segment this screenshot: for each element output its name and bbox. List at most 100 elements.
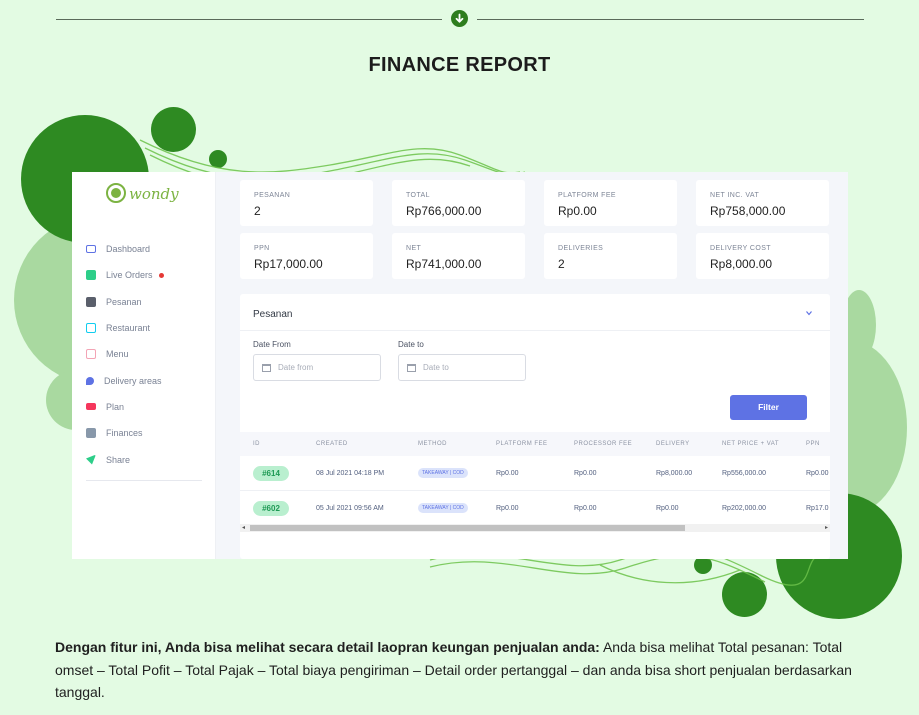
sidebar-item-dashboard[interactable]: Dashboard <box>72 236 216 262</box>
finance-icon <box>86 428 96 439</box>
stat-card-platform-fee: PLATFORM FEE Rp0.00 <box>544 180 677 226</box>
column-header: PROCESSOR FEE <box>574 441 633 447</box>
stat-card-pesanan: PESANAN 2 <box>240 180 373 226</box>
sidebar-item-label: Delivery areas <box>104 375 162 386</box>
stat-card-total: TOTAL Rp766,000.00 <box>392 180 525 226</box>
sidebar-item-label: Pesanan <box>106 296 142 307</box>
stat-value: Rp741,000.00 <box>406 257 482 271</box>
date-to-input[interactable]: Date to <box>398 354 526 381</box>
sidebar-item-menu[interactable]: Menu <box>72 341 216 367</box>
calendar-icon <box>262 364 271 372</box>
stat-value: Rp8,000.00 <box>710 257 773 271</box>
date-to-label: Date to <box>398 340 424 349</box>
scroll-right-icon[interactable]: ▸ <box>825 524 828 531</box>
monitor-icon <box>86 245 96 254</box>
logo-icon <box>106 183 126 203</box>
sidebar-item-share[interactable]: Share <box>72 446 216 472</box>
stat-card-delivery-cost: DELIVERY COST Rp8,000.00 <box>696 233 829 279</box>
filter-button[interactable]: Filter <box>730 395 807 420</box>
column-header: PLATFORM FEE <box>496 441 548 447</box>
orders-panel: Pesanan Date From Date from Date to Date… <box>240 294 830 559</box>
description-bold: Dengan fitur ini, Anda bisa melihat seca… <box>55 639 600 655</box>
credit-card-icon <box>86 403 96 411</box>
stat-label: TOTAL <box>406 192 430 199</box>
sidebar-item-label: Restaurant <box>106 323 151 334</box>
sidebar-item-plan[interactable]: Plan <box>72 394 216 420</box>
panel-title: Pesanan <box>253 309 293 320</box>
sidebar-item-pesanan[interactable]: Pesanan <box>72 289 216 315</box>
cell-platform-fee: Rp0.00 <box>496 470 519 477</box>
column-header: DELIVERY <box>656 441 690 447</box>
horizontal-scrollbar[interactable]: ◂ ▸ <box>240 524 830 532</box>
sidebar-item-label: Finances <box>106 428 143 439</box>
cell-ppn: Rp0.00 <box>806 470 829 477</box>
date-to-placeholder: Date to <box>423 363 449 372</box>
order-id-badge[interactable]: #614 <box>253 466 289 481</box>
app-window: wondy Dashboard Live Orders Pesanan Rest… <box>72 172 848 559</box>
stat-card-net: NET Rp741,000.00 <box>392 233 525 279</box>
column-header: METHOD <box>418 441 447 447</box>
scrollbar-thumb[interactable] <box>250 525 685 531</box>
sidebar-item-finances[interactable]: Finances <box>72 420 216 446</box>
stat-value: Rp766,000.00 <box>406 204 482 218</box>
method-badge: TAKEAWAY | COD <box>418 468 468 478</box>
date-from-placeholder: Date from <box>278 363 314 372</box>
feature-description: Dengan fitur ini, Anda bisa melihat seca… <box>55 636 875 704</box>
stat-label: NET <box>406 245 422 252</box>
cell-processor-fee: Rp0.00 <box>574 505 597 512</box>
sidebar: wondy Dashboard Live Orders Pesanan Rest… <box>72 172 216 559</box>
method-badge: TAKEAWAY | COD <box>418 503 468 513</box>
sidebar-nav: Dashboard Live Orders Pesanan Restaurant… <box>72 236 216 473</box>
sidebar-item-delivery-areas[interactable]: Delivery areas <box>72 367 216 393</box>
cell-created: 05 Jul 2021 09:56 AM <box>316 505 384 512</box>
stat-card-ppn: PPN Rp17,000.00 <box>240 233 373 279</box>
cell-net-price: Rp202,000.00 <box>722 505 766 512</box>
sidebar-item-label: Dashboard <box>106 244 151 255</box>
store-icon <box>86 323 96 334</box>
stat-label: NET INC. VAT <box>710 192 760 199</box>
live-indicator-dot <box>158 272 164 278</box>
basket-icon <box>86 296 96 307</box>
logo-text: wondy <box>129 185 179 203</box>
stat-value: Rp758,000.00 <box>710 204 786 218</box>
column-header: CREATED <box>316 441 348 447</box>
stat-value: 2 <box>254 204 261 218</box>
stat-card-net-inc-vat: NET INC. VAT Rp758,000.00 <box>696 180 829 226</box>
stat-label: DELIVERIES <box>558 245 604 252</box>
chevron-down-icon[interactable] <box>806 310 812 316</box>
date-from-label: Date From <box>253 340 291 349</box>
stat-label: PESANAN <box>254 192 291 199</box>
sidebar-item-live-orders[interactable]: Live Orders <box>72 262 216 288</box>
map-pin-icon <box>86 376 94 385</box>
cell-delivery: Rp0.00 <box>656 505 679 512</box>
stat-value: 2 <box>558 257 565 271</box>
cell-ppn: Rp17.0 <box>806 505 829 512</box>
column-header: ID <box>253 441 260 447</box>
cell-created: 08 Jul 2021 04:18 PM <box>316 470 385 477</box>
table-row[interactable]: #614 08 Jul 2021 04:18 PM TAKEAWAY | COD… <box>240 456 830 491</box>
panel-divider <box>240 330 830 331</box>
sidebar-item-label: Plan <box>106 401 125 412</box>
cell-net-price: Rp556,000.00 <box>722 470 766 477</box>
send-icon <box>86 454 96 465</box>
column-header: PPN <box>806 441 820 447</box>
sidebar-item-label: Menu <box>106 349 129 360</box>
stat-card-deliveries: DELIVERIES 2 <box>544 233 677 279</box>
calendar-icon <box>407 364 416 372</box>
stat-value: Rp0.00 <box>558 204 597 218</box>
cell-delivery: Rp8,000.00 <box>656 470 693 477</box>
column-header: NET PRICE + VAT <box>722 441 780 447</box>
stat-label: PPN <box>254 245 270 252</box>
stat-value: Rp17,000.00 <box>254 257 323 271</box>
order-id-badge[interactable]: #602 <box>253 501 289 516</box>
sidebar-item-restaurant[interactable]: Restaurant <box>72 315 216 341</box>
sidebar-divider <box>86 480 202 481</box>
calendar-icon <box>86 270 96 281</box>
table-row[interactable]: #602 05 Jul 2021 09:56 AM TAKEAWAY | COD… <box>240 491 830 526</box>
date-from-input[interactable]: Date from <box>253 354 381 381</box>
table-header: ID CREATED METHOD PLATFORM FEE PROCESSOR… <box>240 432 830 456</box>
scroll-left-icon[interactable]: ◂ <box>242 524 245 531</box>
stat-label: PLATFORM FEE <box>558 192 616 199</box>
logo: wondy <box>105 182 185 208</box>
cell-processor-fee: Rp0.00 <box>574 470 597 477</box>
